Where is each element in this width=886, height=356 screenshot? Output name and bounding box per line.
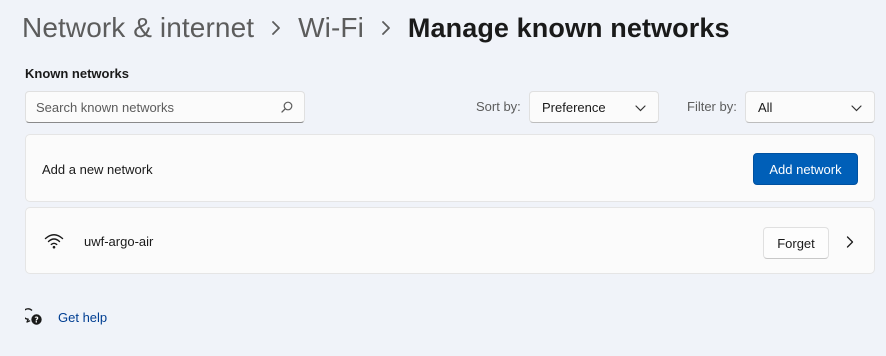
svg-text:?: ? [34,315,38,324]
chevron-right-icon [254,8,298,48]
filter-value: All [758,99,773,115]
add-network-text: Add a new network [42,162,153,177]
chevron-right-icon [364,8,408,48]
sort-dropdown[interactable]: Preference [529,91,659,123]
add-network-button[interactable]: Add network [753,153,858,185]
search-box[interactable] [25,91,305,123]
page-title: Manage known networks [407,12,730,43]
add-network-card: Add a new network Add network [25,134,875,202]
chevron-right-icon[interactable] [842,234,858,250]
search-icon[interactable] [280,100,294,114]
sort-label: Sort by: [476,99,521,114]
wifi-icon [44,232,64,250]
filter-label: Filter by: [687,99,737,114]
chevron-down-icon [851,100,862,115]
get-help[interactable]: ? Get help [22,308,107,326]
known-networks-heading: Known networks [25,66,130,81]
help-chat-icon: ? [22,308,43,326]
network-name: uwf-argo-air [84,234,154,249]
sort-value: Preference [542,99,606,115]
breadcrumb-wifi[interactable]: Wi-Fi [298,12,364,44]
filter-dropdown[interactable]: All [745,91,875,123]
forget-button[interactable]: Forget [763,227,829,259]
network-row[interactable]: uwf-argo-air Forget [25,207,875,274]
chevron-down-icon [635,100,646,115]
get-help-link[interactable]: Get help [58,310,107,325]
search-input[interactable] [36,99,280,115]
manage-known-networks-page: Network & internet Wi-Fi Manage known ne… [0,0,886,356]
breadcrumb: Network & internet Wi-Fi Manage known ne… [22,8,730,48]
breadcrumb-network-internet[interactable]: Network & internet [22,12,254,44]
